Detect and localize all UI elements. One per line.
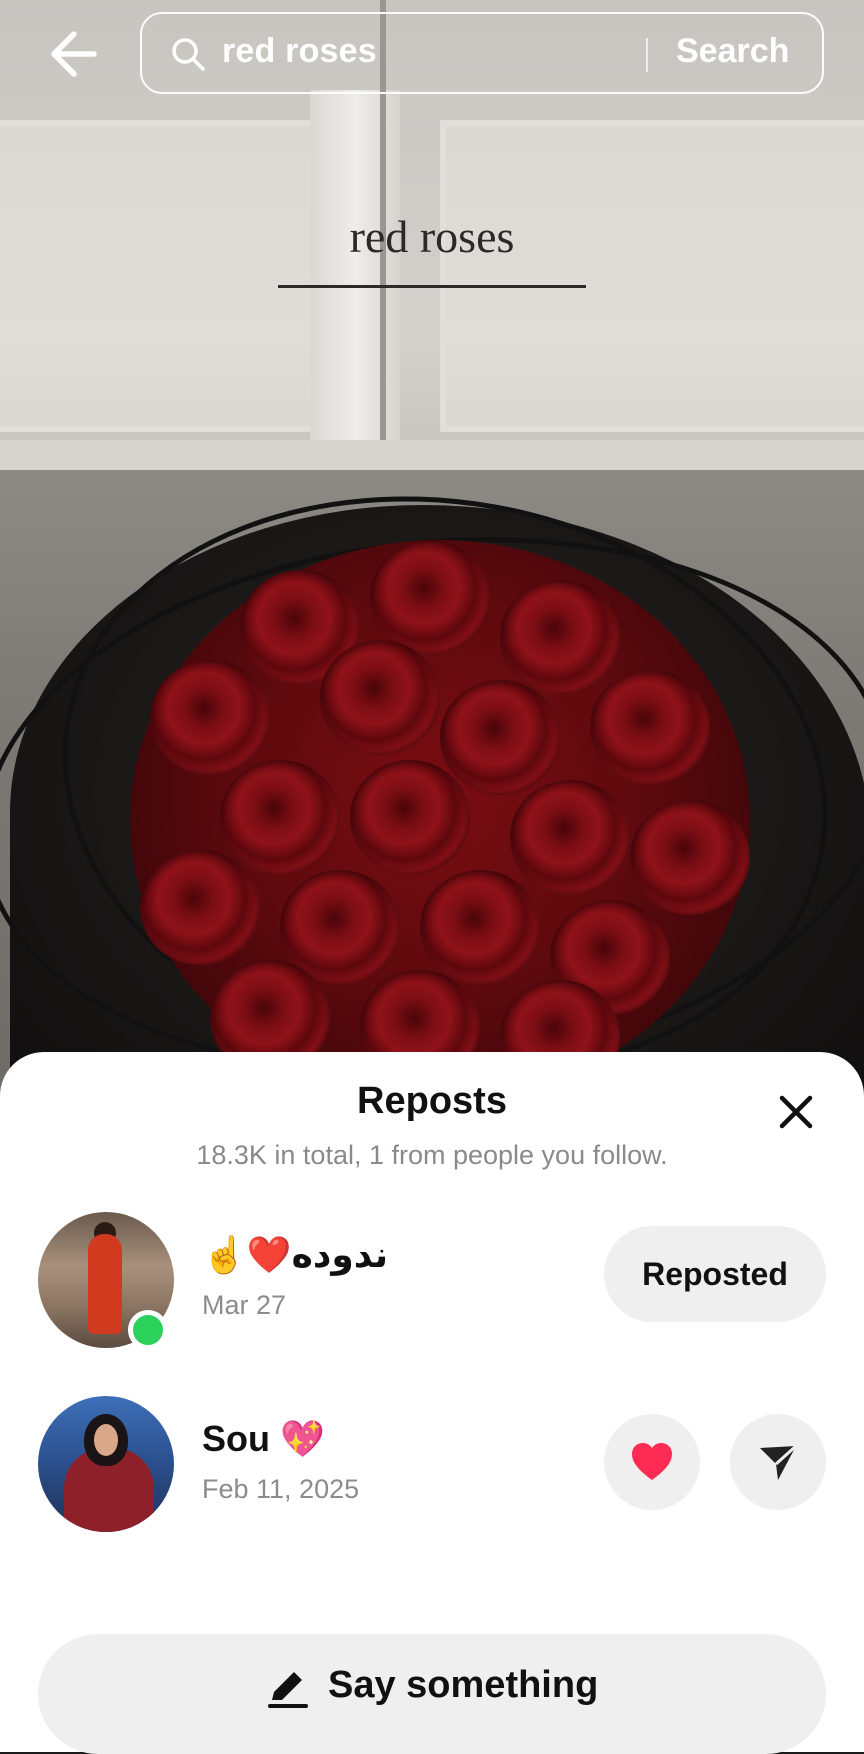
search-bar[interactable]: red roses Search xyxy=(140,12,824,94)
arrow-left-icon xyxy=(51,31,97,77)
avatar[interactable] xyxy=(38,1396,174,1532)
wall-panel xyxy=(0,120,332,432)
reposted-button[interactable]: Reposted xyxy=(604,1226,826,1322)
list-item[interactable]: ☝️❤️ندوده Mar 27 Reposted xyxy=(0,1212,864,1352)
caption-underline xyxy=(278,285,586,288)
sheet-title: Reposts xyxy=(357,1080,507,1122)
repost-date: Feb 11, 2025 xyxy=(202,1474,360,1504)
sheet-subtitle: 18.3K in total, 1 from people you follow… xyxy=(196,1140,668,1170)
repost-date: Mar 27 xyxy=(202,1290,287,1320)
close-button[interactable] xyxy=(776,1092,816,1132)
say-something-button[interactable]: Say something xyxy=(38,1634,826,1754)
search-button[interactable]: Search xyxy=(676,32,789,71)
post-photo: red roses xyxy=(0,0,864,1120)
like-button[interactable] xyxy=(604,1414,700,1510)
photo-caption: red roses xyxy=(349,211,515,262)
search-divider xyxy=(646,38,648,72)
pencil-icon xyxy=(268,1672,308,1708)
heart-icon xyxy=(632,1443,672,1480)
send-icon xyxy=(760,1444,798,1480)
list-item[interactable]: Sou 💖 Feb 11, 2025 xyxy=(0,1396,864,1536)
door-frame xyxy=(310,90,400,500)
search-icon xyxy=(172,38,205,71)
rose-bouquet xyxy=(130,540,750,1100)
username[interactable]: Sou 💖 xyxy=(202,1418,325,1460)
close-icon xyxy=(779,1095,813,1129)
back-button[interactable] xyxy=(44,26,104,82)
online-status-dot xyxy=(128,1310,168,1350)
wall-panel xyxy=(440,120,864,432)
username[interactable]: ☝️❤️ندوده xyxy=(202,1234,388,1276)
say-something-label: Say something xyxy=(328,1664,599,1706)
search-input[interactable]: red roses xyxy=(222,32,377,71)
send-button[interactable] xyxy=(730,1414,826,1510)
